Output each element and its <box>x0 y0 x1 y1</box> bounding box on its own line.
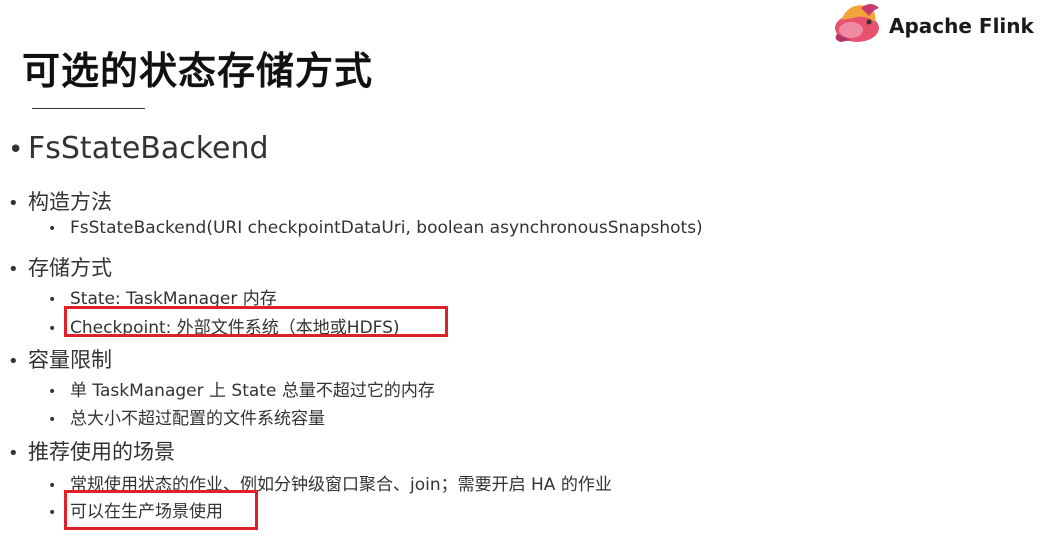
bullet-icon: • <box>8 351 19 372</box>
section-label: 存储方式 <box>28 256 112 280</box>
list-item: • FsStateBackend(URI checkpointDataUri, b… <box>48 218 703 238</box>
section-label: 推荐使用的场景 <box>28 440 175 464</box>
highlight-box <box>64 490 258 530</box>
section-label: 构造方法 <box>28 190 112 214</box>
list-item-text: 单 TaskManager 上 State 总量不超过它的内存 <box>70 381 435 401</box>
bullet-icon: • <box>8 443 19 464</box>
list-item-text: 总大小不超过配置的文件系统容量 <box>70 409 325 429</box>
section-heading: • 容量限制 <box>8 344 112 374</box>
list-item-text: FsStateBackend(URI checkpointDataUri, bo… <box>70 218 703 238</box>
section-heading: • 推荐使用的场景 <box>8 436 175 466</box>
main-bullet: • FsStateBackend <box>8 131 269 166</box>
title-underline <box>32 108 145 109</box>
bullet-icon: • <box>48 412 57 428</box>
list-item: • 单 TaskManager 上 State 总量不超过它的内存 <box>48 376 435 401</box>
list-item: • 总大小不超过配置的文件系统容量 <box>48 404 325 429</box>
brand-name: Apache Flink <box>889 14 1034 38</box>
section-label: 容量限制 <box>28 348 112 372</box>
bullet-icon: • <box>8 259 19 280</box>
section-heading: • 存储方式 <box>8 252 112 282</box>
logo: Apache Flink <box>831 0 1041 48</box>
squirrel-logo-icon <box>835 4 879 42</box>
page-title: 可选的状态存储方式 <box>22 49 374 93</box>
bullet-icon: • <box>8 193 19 214</box>
main-bullet-text: FsStateBackend <box>28 131 269 166</box>
bullet-icon: • <box>8 135 24 165</box>
bullet-icon: • <box>48 384 57 400</box>
bullet-icon: • <box>48 221 57 237</box>
section-heading: • 构造方法 <box>8 186 112 216</box>
highlight-box <box>64 306 448 337</box>
